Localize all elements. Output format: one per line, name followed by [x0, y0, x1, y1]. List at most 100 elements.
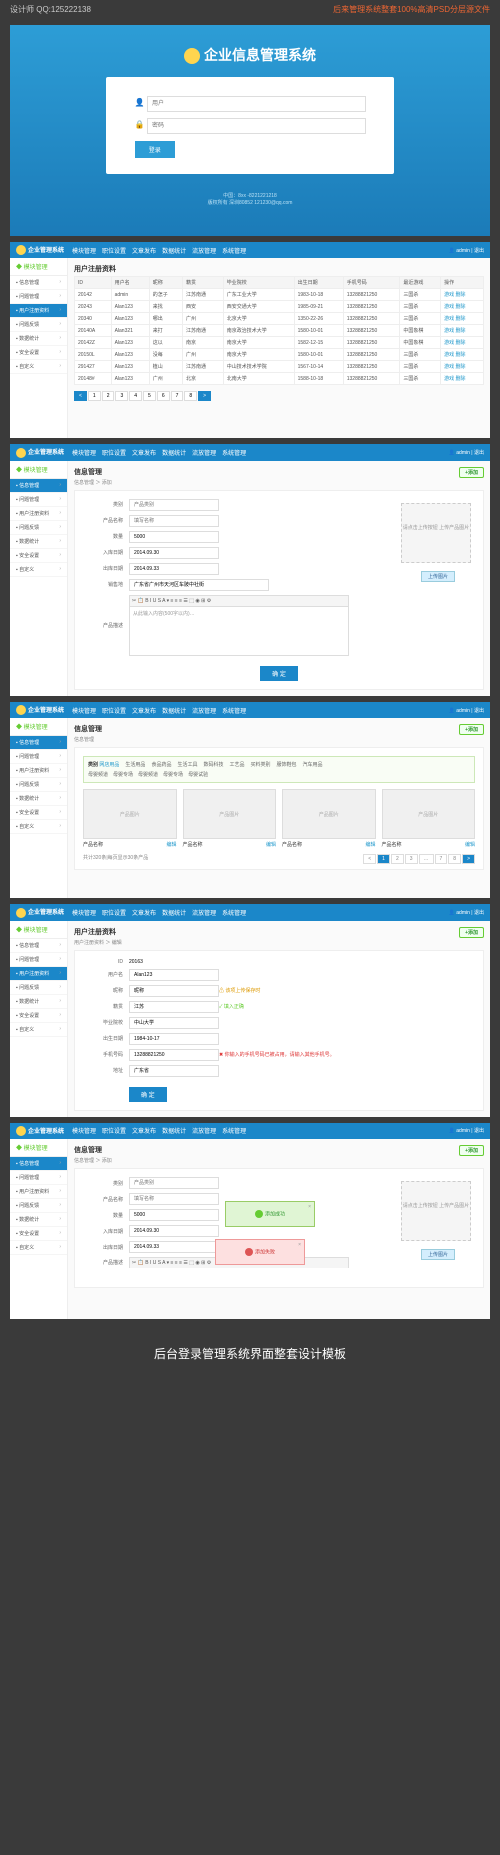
addr-input[interactable] — [129, 1065, 219, 1077]
sidebar-item[interactable]: ▪ 问题反馈› — [10, 521, 67, 535]
sidebar-item[interactable]: ▪ 问题管理› — [10, 493, 67, 507]
nav-item[interactable]: 模块管理 — [72, 246, 96, 255]
page-button[interactable]: < — [74, 391, 87, 401]
sidebar-item[interactable]: ▪ 问题反馈› — [10, 981, 67, 995]
sidebar-item[interactable]: ▪ 信息管理› — [10, 939, 67, 953]
sidebar-item[interactable]: ▪ 问题反馈› — [10, 318, 67, 332]
category-item[interactable]: 网店用品 — [99, 762, 119, 768]
category-item[interactable]: 买料类别 — [251, 762, 271, 768]
add-button[interactable]: +添加 — [459, 1145, 484, 1156]
nav-item[interactable]: 流放管理 — [192, 1126, 216, 1135]
sidebar-item[interactable]: ▪ 问题反馈› — [10, 778, 67, 792]
page-button[interactable]: 3 — [405, 854, 418, 864]
nav-item[interactable]: 模块管理 — [72, 908, 96, 917]
nav-item[interactable]: 文章发布 — [132, 706, 156, 715]
page-button[interactable]: < — [363, 854, 376, 864]
sidebar-item[interactable]: ▪ 自定义› — [10, 563, 67, 577]
subcategory-item[interactable]: 母婴频道 — [138, 772, 158, 778]
nav-item[interactable]: 流放管理 — [192, 448, 216, 457]
nav-item[interactable]: 文章发布 — [132, 448, 156, 457]
page-button[interactable]: 7 — [435, 854, 448, 864]
page-button[interactable]: 2 — [102, 391, 115, 401]
editor-body[interactable]: 从此输入内容(500字以内)… — [129, 606, 349, 656]
sidebar-item[interactable]: ▪ 数据统计› — [10, 535, 67, 549]
tel-input[interactable] — [129, 1049, 219, 1061]
sidebar-item[interactable]: ▪ 用户注册资料› — [10, 507, 67, 521]
school-input[interactable] — [129, 1017, 219, 1029]
sidebar-item[interactable]: ▪ 问题管理› — [10, 1171, 67, 1185]
nick-input[interactable] — [129, 985, 219, 997]
close-icon[interactable]: × — [298, 1242, 301, 1248]
name-input[interactable] — [129, 515, 219, 527]
submit-button[interactable]: 确 定 — [129, 1087, 167, 1102]
sidebar-item[interactable]: ▪ 用户注册资料› — [10, 304, 67, 318]
sidebar-item[interactable]: ▪ 安全设置› — [10, 806, 67, 820]
username-input[interactable] — [129, 969, 219, 981]
category-item[interactable]: 生活用品 — [125, 762, 145, 768]
page-button[interactable]: … — [419, 854, 434, 864]
category-input[interactable] — [129, 499, 219, 511]
date-in-input[interactable] — [129, 547, 219, 559]
submit-button[interactable]: 确 定 — [260, 666, 298, 681]
page-button[interactable]: 7 — [171, 391, 184, 401]
nav-item[interactable]: 职位设置 — [102, 706, 126, 715]
birth-input[interactable] — [129, 1033, 219, 1045]
nav-item[interactable]: 数据统计 — [162, 448, 186, 457]
sidebar-item[interactable]: ▪ 自定义› — [10, 1241, 67, 1255]
subcategory-item[interactable]: 母婴专场 — [163, 772, 183, 778]
nav-item[interactable]: 系统管理 — [222, 246, 246, 255]
sidebar-item[interactable]: ▪ 用户注册资料› — [10, 967, 67, 981]
sidebar-item[interactable]: ▪ 安全设置› — [10, 1009, 67, 1023]
nav-item[interactable]: 数据统计 — [162, 246, 186, 255]
nav-item[interactable]: 职位设置 — [102, 448, 126, 457]
nav-item[interactable]: 文章发布 — [132, 1126, 156, 1135]
sidebar-item[interactable]: ▪ 用户注册资料› — [10, 1185, 67, 1199]
nav-item[interactable]: 模块管理 — [72, 1126, 96, 1135]
sidebar-item[interactable]: ▪ 问题管理› — [10, 290, 67, 304]
sidebar-item[interactable]: ▪ 数据统计› — [10, 995, 67, 1009]
sidebar-item[interactable]: ▪ 信息管理› — [10, 1157, 67, 1171]
product-card[interactable]: 产品图片产品名称编辑 — [183, 789, 277, 848]
nav-item[interactable]: 流放管理 — [192, 246, 216, 255]
category-item[interactable]: 数码科技 — [203, 762, 223, 768]
close-icon[interactable]: × — [308, 1204, 311, 1210]
sidebar-item[interactable]: ▪ 问题管理› — [10, 750, 67, 764]
login-button[interactable]: 登录 — [135, 141, 175, 158]
qty-input[interactable] — [129, 531, 219, 543]
page-button[interactable]: 3 — [115, 391, 128, 401]
nav-item[interactable]: 数据统计 — [162, 706, 186, 715]
page-button[interactable]: > — [198, 391, 211, 401]
page-button[interactable]: 1 — [88, 391, 101, 401]
editor-toolbar[interactable]: ✂ 📋 B I U S A ▾ ≡ ≡ ≡ ☰ ⬚ ◉ ⊞ ⚙ — [129, 595, 349, 606]
sidebar-item[interactable]: ▪ 用户注册资料› — [10, 764, 67, 778]
nav-item[interactable]: 模块管理 — [72, 706, 96, 715]
category-item[interactable]: 生活工具 — [177, 762, 197, 768]
upload-button[interactable]: 上传图片 — [421, 571, 455, 582]
sidebar-item[interactable]: ▪ 自定义› — [10, 360, 67, 374]
page-button[interactable]: 2 — [391, 854, 404, 864]
category-item[interactable]: 服饰鞋包 — [277, 762, 297, 768]
nav-item[interactable]: 数据统计 — [162, 1126, 186, 1135]
sidebar-item[interactable]: ▪ 信息管理› — [10, 276, 67, 290]
subcategory-item[interactable]: 母婴频道 — [88, 772, 108, 778]
page-button[interactable]: 5 — [143, 391, 156, 401]
page-button[interactable]: 4 — [129, 391, 142, 401]
page-button[interactable]: > — [462, 854, 475, 864]
nav-item[interactable]: 流放管理 — [192, 908, 216, 917]
area-input[interactable] — [129, 579, 269, 591]
sidebar-item[interactable]: ▪ 问题管理› — [10, 953, 67, 967]
sidebar-item[interactable]: ▪ 安全设置› — [10, 1227, 67, 1241]
nav-item[interactable]: 模块管理 — [72, 448, 96, 457]
product-card[interactable]: 产品图片产品名称编辑 — [282, 789, 376, 848]
sidebar-item[interactable]: ▪ 数据统计› — [10, 1213, 67, 1227]
upload-button[interactable]: 上传图片 — [421, 1249, 455, 1260]
subcategory-item[interactable]: 母婴试验 — [188, 772, 208, 778]
add-button[interactable]: +添加 — [459, 724, 484, 735]
add-button[interactable]: +添加 — [459, 467, 484, 478]
nav-item[interactable]: 职位设置 — [102, 246, 126, 255]
sidebar-item[interactable]: ▪ 安全设置› — [10, 549, 67, 563]
page-button[interactable]: 8 — [448, 854, 461, 864]
sidebar-item[interactable]: ▪ 安全设置› — [10, 346, 67, 360]
sidebar-item[interactable]: ▪ 自定义› — [10, 1023, 67, 1037]
sidebar-item[interactable]: ▪ 问题反馈› — [10, 1199, 67, 1213]
